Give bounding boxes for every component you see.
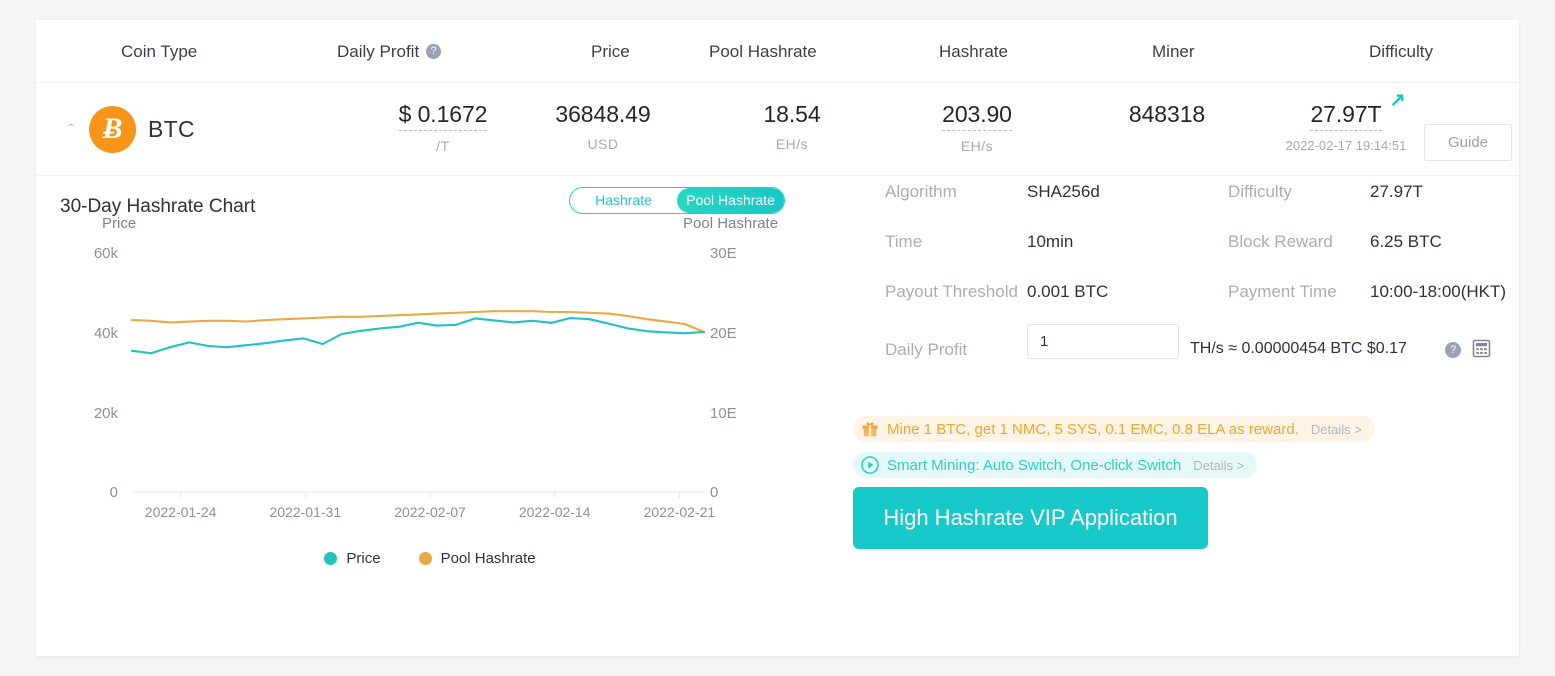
legend-color-swatch (324, 552, 338, 565)
cell-unit: EH/s (960, 138, 994, 154)
bitcoin-glyph: Ƀ (102, 111, 123, 145)
chart-canvas (130, 310, 706, 498)
promo-banner-gift[interactable]: Mine 1 BTC, get 1 NMC, 5 SYS, 0.1 EMC, 0… (853, 416, 1375, 442)
column-header-coin-type: Coin Type (121, 20, 241, 83)
series-line-price (130, 316, 706, 355)
collapse-chevron-icon[interactable]: ⌃ (64, 122, 78, 134)
promo-banner-smart-mining[interactable]: Smart Mining: Auto Switch, One-click Swi… (853, 452, 1258, 478)
cell-unit: USD (587, 136, 619, 152)
info-value: SHA256d (1027, 182, 1100, 201)
info-value: 6.25 BTC (1370, 232, 1442, 251)
high-hashrate-vip-application-button[interactable]: High Hashrate VIP Application (853, 487, 1208, 549)
column-header-pool-hashrate: Pool Hashrate (709, 20, 817, 83)
daily-profit-label: Daily Profit (885, 340, 968, 359)
promo-details-link[interactable]: Details > (1193, 458, 1244, 473)
promo-text: Smart Mining: Auto Switch, One-click Swi… (887, 456, 1182, 474)
column-header-difficulty: Difficulty (1326, 20, 1476, 83)
chart-legend: Price Pool Hashrate (60, 550, 800, 567)
guide-button[interactable]: Guide (1424, 124, 1512, 161)
info-key-block-reward: Block Reward (1228, 232, 1333, 252)
hashrate-chart: Price Pool Hashrate 60k 40k 20k 0 30E 20… (60, 215, 800, 600)
column-header-label: Miner (1152, 42, 1195, 61)
coin-row-btc[interactable]: ⌃ Ƀ BTC $ 0.1672 /T 36848.49 USD 18.54 E… (36, 83, 1519, 176)
info-value: 10min (1027, 232, 1074, 251)
info-key-payout-threshold: Payout Threshold (885, 282, 1018, 302)
chart-title: 30-Day Hashrate Chart (60, 196, 256, 217)
promo-details-link[interactable]: Details > (1311, 422, 1362, 437)
column-header-hashrate: Hashrate (939, 20, 1008, 83)
x-axis-ticks (180, 492, 680, 498)
cell-value: 848318 (1128, 101, 1206, 127)
calculator-icon[interactable] (1472, 339, 1491, 358)
info-value-time: 10min (1027, 232, 1073, 252)
info-value-algorithm: SHA256d (1027, 182, 1100, 202)
hashrate-toggle-group[interactable]: Hashrate Pool Hashrate (569, 187, 785, 214)
column-header-label: Daily Profit (337, 42, 420, 61)
info-value-block-reward: 6.25 BTC (1370, 232, 1442, 252)
info-value-payment-time: 10:00-18:00(HKT) (1370, 282, 1506, 302)
column-header-daily-profit: Daily Profit? (337, 20, 442, 83)
info-value-payout-threshold: 0.001 BTC (1027, 282, 1108, 302)
toggle-option-pool-hashrate[interactable]: Pool Hashrate (677, 188, 784, 213)
cell-hashrate: 203.90 EH/s (867, 99, 1087, 154)
toggle-option-hashrate[interactable]: Hashrate (570, 188, 677, 213)
coin-detail-panel: 30-Day Hashrate Chart Hashrate Pool Hash… (36, 176, 1519, 654)
info-label: Payout Threshold (885, 282, 1018, 301)
help-icon[interactable]: ? (1445, 342, 1461, 358)
info-label: Block Reward (1228, 232, 1333, 251)
daily-profit-input[interactable] (1027, 324, 1179, 359)
info-label: Time (885, 232, 923, 251)
legend-label: Pool Hashrate (440, 550, 536, 567)
column-header-miner: Miner (1152, 20, 1195, 83)
column-header-label: Coin Type (121, 42, 198, 61)
cell-value: 18.54 (763, 101, 821, 127)
help-icon[interactable]: ? (426, 44, 442, 60)
x-axis-tick-label: 2022-02-07 (394, 504, 466, 520)
bitcoin-logo-icon: Ƀ (89, 106, 136, 153)
cell-value: 36848.49 (555, 101, 651, 127)
info-label: Payment Time (1228, 282, 1337, 301)
column-header-label: Difficulty (1369, 42, 1433, 61)
x-axis-tick-label: 2022-02-14 (518, 504, 591, 520)
info-value: 0.001 BTC (1027, 282, 1109, 301)
x-axis-tick-label: 2022-02-21 (643, 504, 716, 520)
coin-name-label: BTC (148, 116, 195, 142)
cell-price: 36848.49 USD (493, 99, 713, 152)
column-header-label: Hashrate (939, 42, 1008, 61)
gift-icon (861, 420, 879, 438)
info-label: Difficulty (1228, 182, 1292, 201)
column-header-label: Pool Hashrate (709, 42, 817, 61)
info-key-algorithm: Algorithm (885, 182, 957, 202)
info-key-time: Time (885, 232, 922, 252)
cell-value: 27.97T (1310, 99, 1382, 131)
page-root: Coin Type Daily Profit? Price Pool Hashr… (0, 0, 1555, 676)
info-key-payment-time: Payment Time (1228, 282, 1337, 302)
x-axis-tick-label: 2022-01-31 (269, 504, 342, 520)
legend-item-pool-hashrate[interactable]: Pool Hashrate (418, 550, 536, 567)
coin-detail-card: Coin Type Daily Profit? Price Pool Hashr… (36, 20, 1519, 656)
series-line-pool-hashrate (130, 310, 706, 334)
legend-color-swatch (418, 552, 432, 565)
column-header-label: Price (591, 42, 630, 61)
trend-up-icon: ↗ (1389, 90, 1406, 111)
x-axis-tick-label: 2022-01-24 (144, 504, 217, 520)
info-key-difficulty: Difficulty (1228, 182, 1292, 202)
table-header-row: Coin Type Daily Profit? Price Pool Hashr… (36, 20, 1519, 83)
cell-value: $ 0.1672 (398, 99, 487, 131)
cell-value: 203.90 (942, 99, 1012, 131)
play-circle-icon (861, 456, 879, 474)
info-value: 10:00-18:00(HKT) (1370, 282, 1507, 301)
info-value: 27.97T (1370, 182, 1423, 201)
legend-label: Price (346, 550, 381, 567)
coin-info-panel: Algorithm SHA256d Time 10min Payout Thre… (848, 176, 1518, 654)
info-label: Algorithm (885, 182, 957, 201)
daily-profit-equation: TH/s ≈ 0.00000454 BTC $0.17 (1190, 340, 1407, 357)
promo-text: Mine 1 BTC, get 1 NMC, 5 SYS, 0.1 EMC, 0… (887, 420, 1299, 438)
column-header-price: Price (591, 20, 630, 83)
legend-item-price[interactable]: Price (324, 550, 381, 567)
info-value-difficulty: 27.97T (1370, 182, 1423, 202)
